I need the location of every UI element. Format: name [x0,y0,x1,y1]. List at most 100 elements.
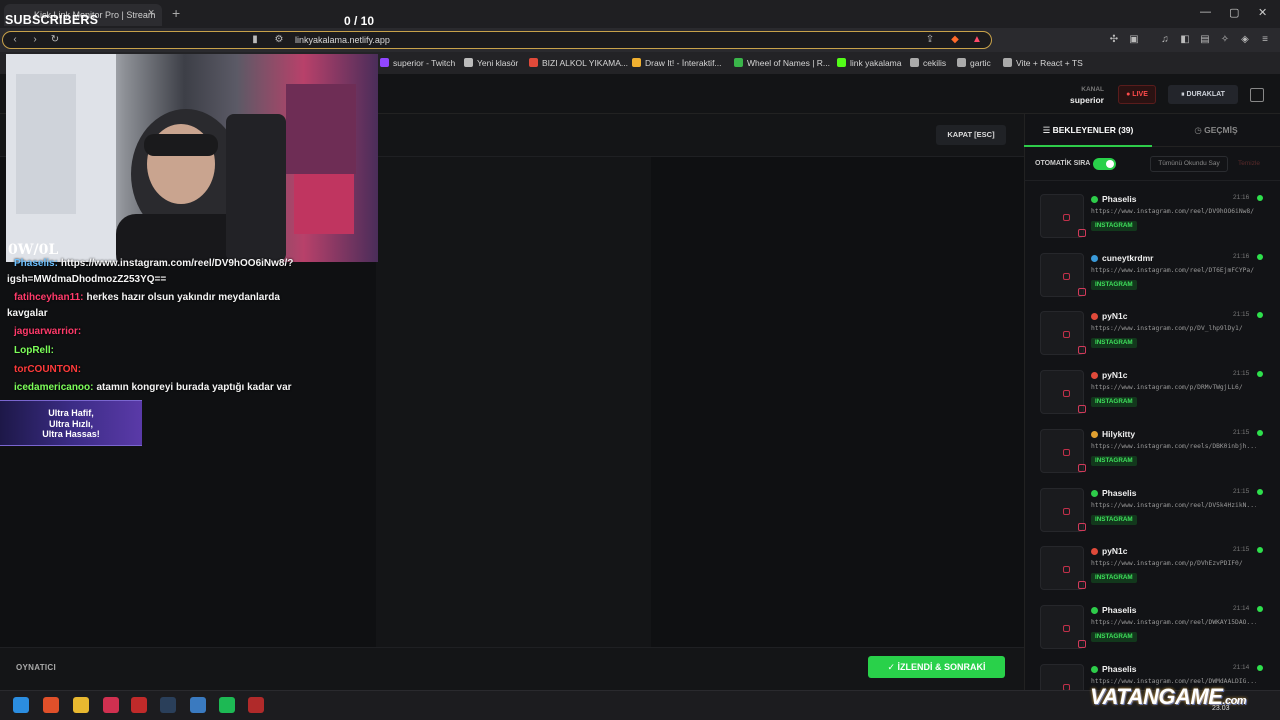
video-frame[interactable] [376,157,651,647]
minimize-icon[interactable]: — [1200,6,1211,18]
chat-username: icedamericanoo: [14,382,94,393]
share-icon[interactable]: ⇪ [923,33,937,47]
reader-icon[interactable]: ▣ [1127,33,1141,47]
obs-taskbar-icon[interactable] [131,697,147,713]
forward-icon[interactable]: › [28,33,42,47]
queue-item-user: Phaselis [1091,194,1137,204]
platform-badge: INSTAGRAM [1091,455,1137,466]
chat-line: jaguarwarrior: [14,326,84,337]
file-explorer-icon[interactable] [73,697,89,713]
queue-item[interactable]: Phaselis https://www.instagram.com/reel/D… [1036,484,1270,536]
bookmark-7[interactable]: gartic [957,58,991,68]
bookmark-2[interactable]: BIZI ALKOL YIKAMA... [529,58,628,68]
close-player-button[interactable]: KAPAT [ESC] [936,125,1006,145]
queue-item[interactable]: Hilykitty https://www.instagram.com/reels… [1036,425,1270,477]
thumbnail[interactable] [1040,428,1086,473]
music-icon[interactable]: ♫ [1158,33,1172,47]
chat-line: LopRell: [14,345,57,356]
thumbnail[interactable] [1040,604,1086,649]
clear-button[interactable]: Temizle [1238,160,1260,167]
ad-line: Ultra Hassas! [42,429,100,439]
instagram-icon [1078,639,1086,648]
tab-history[interactable]: ◷ GEÇMİŞ [1152,114,1280,147]
queue-item-link[interactable]: https://www.instagram.com/reel/DWKAY15DA… [1091,619,1256,626]
thumbnail[interactable] [1040,311,1086,356]
bookmark-icon[interactable]: ▮ [248,33,262,47]
extensions-icon[interactable]: ✣ [1107,33,1121,47]
new-tab-icon[interactable]: + [172,5,180,21]
back-icon[interactable]: ‹ [8,33,22,47]
bookmark-6[interactable]: cekilis [910,58,946,68]
queue-item-time: 21:14 [1233,604,1250,612]
windows-start-icon[interactable] [13,697,29,713]
instagram-icon [1078,522,1086,531]
bookmark-0[interactable]: superior - Twitch [380,58,455,68]
thumbnail[interactable] [1040,194,1086,238]
close-tab-icon[interactable]: × [148,7,154,19]
app2-taskbar-icon[interactable] [190,697,206,713]
online-status-icon [1257,253,1263,260]
wallet-icon[interactable]: ▤ [1198,33,1212,47]
tab-waiting[interactable]: ☰ BEKLEYENLER (39) [1024,114,1152,147]
mark-all-read-button[interactable]: Tümünü Okundu Say [1150,156,1228,172]
queue-item[interactable]: pyN1c https://www.instagram.com/p/DRMvTWg… [1036,366,1270,418]
brave-taskbar-icon[interactable] [43,697,59,713]
vpn-icon[interactable]: ◈ [1238,33,1252,47]
browser-tab-bar [0,0,1280,28]
queue-item-link[interactable]: https://www.instagram.com/p/DRMvTWgjLL6/ [1091,384,1256,391]
queue-item-link[interactable]: https://www.instagram.com/reel/DT6EjmFCY… [1091,267,1256,274]
thumbnail[interactable] [1040,252,1086,297]
queue-item[interactable]: cuneytkrdmr https://www.instagram.com/ree… [1036,249,1270,301]
bookmark-3[interactable]: Draw It! - İnteraktif... [632,58,722,68]
bookmark-4[interactable]: Wheel of Names | R... [734,58,830,68]
url-text[interactable]: linkyakalama.netlify.app [295,35,390,45]
spotify-taskbar-icon[interactable] [219,697,235,713]
leo-icon[interactable]: ✧ [1218,33,1232,47]
webcam-scene [6,54,356,262]
chat-username: LopRell: [14,345,54,356]
queue-item[interactable]: Phaselis https://www.instagram.com/reel/D… [1036,601,1270,653]
chat-line: igsh=MWdmaDhodmozZ253YQ== [4,274,166,285]
site-settings-icon[interactable]: ⚙ [272,33,286,47]
queue-item[interactable]: pyN1c https://www.instagram.com/p/DV_lhp9… [1036,307,1270,359]
auto-queue-toggle[interactable] [1093,158,1116,170]
queue-item-user: pyN1c [1091,311,1128,321]
queue-item[interactable]: Phaselis https://www.instagram.com/reel/D… [1036,190,1270,242]
open-external-icon[interactable] [1250,88,1264,102]
sidebar-icon[interactable]: ◧ [1178,33,1192,47]
subscriber-counter: 0 / 10 [344,14,375,28]
brave-shield-icon[interactable]: ◆ [948,33,962,47]
user-badge-icon [1091,548,1098,556]
address-bar[interactable] [2,31,992,49]
bookmark-1[interactable]: Yeni klasör [464,58,518,68]
queue-item-link[interactable]: https://www.instagram.com/reels/DBK0inbj… [1091,443,1256,450]
thumbnail[interactable] [1040,370,1086,415]
reload-icon[interactable]: ↻ [48,33,62,47]
bookmark-5[interactable]: link yakalama [837,58,902,68]
bookmark-label: gartic [970,58,991,68]
queue-item-link[interactable]: https://www.instagram.com/p/DVhEzvPDIF0/ [1091,560,1256,567]
pause-button[interactable]: ⏸ DURAKLAT [1168,85,1238,104]
live-button[interactable]: ● LIVE [1118,85,1156,104]
steam-taskbar-icon[interactable] [160,697,176,713]
bookmark-8[interactable]: Vite + React + TS [1003,58,1083,68]
app-taskbar-icon[interactable] [103,697,119,713]
close-window-icon[interactable]: ✕ [1258,6,1267,19]
queue-item-link[interactable]: https://www.instagram.com/p/DV_lhp9lDy1/ [1091,325,1256,332]
bookmark-label: superior - Twitch [393,58,456,68]
app3-taskbar-icon[interactable] [248,697,264,713]
queue-item[interactable]: pyN1c https://www.instagram.com/p/DVhEzvP… [1036,542,1270,594]
menu-icon[interactable]: ≡ [1258,33,1272,47]
thumbnail[interactable] [1040,546,1086,591]
user-badge-icon [1091,489,1098,497]
chat-username: torCOUNTON: [14,364,82,375]
thumbnail[interactable] [1040,487,1086,532]
queue-item-time: 21:15 [1233,428,1250,436]
queue-item-link[interactable]: https://www.instagram.com/reel/DV5k4Hzik… [1091,502,1256,509]
queue-item-link[interactable]: https://www.instagram.com/reel/DV9hOO6iN… [1091,208,1256,215]
maximize-icon[interactable]: ▢ [1229,6,1239,19]
webcam-overlay [6,54,378,262]
watched-next-button[interactable]: ✓ İZLENDİ & SONRAKİ [868,656,1005,678]
brave-rewards-icon[interactable]: ▲ [970,33,984,47]
platform-badge: INSTAGRAM [1091,221,1137,231]
